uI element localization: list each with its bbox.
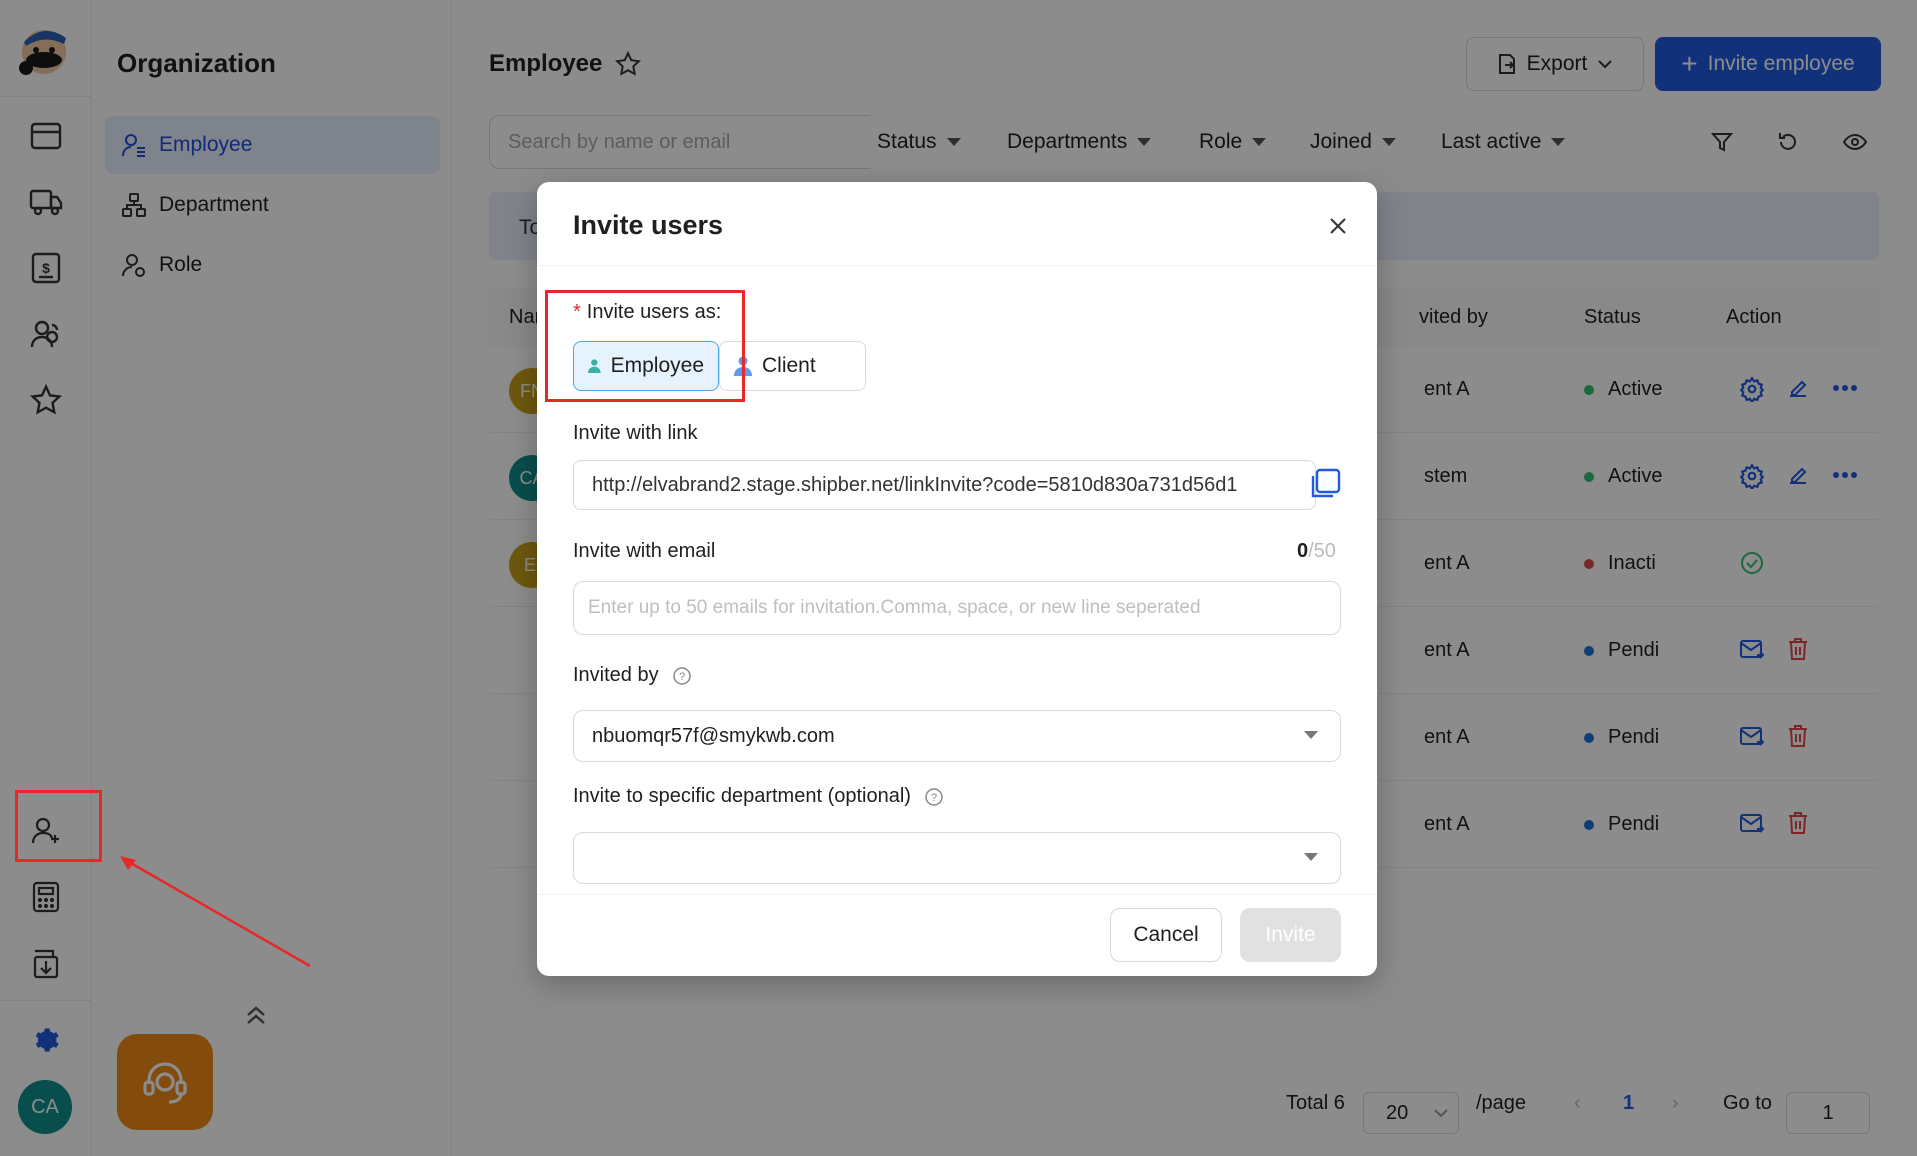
invited-by-label: Invited by? — [573, 664, 691, 687]
help-circle-icon[interactable]: ? — [672, 666, 691, 685]
invited-by-select[interactable]: nbuomqr57f@smykwb.com — [573, 710, 1341, 762]
annotation-arrow — [120, 856, 311, 968]
svg-text:?: ? — [931, 792, 937, 804]
email-input[interactable]: Enter up to 50 emails for invitation.Com… — [573, 581, 1341, 635]
department-text: Invite to specific department (optional) — [573, 785, 911, 807]
invite-email-label: Invite with email — [573, 540, 716, 562]
annotation-highlight-box — [545, 290, 745, 402]
email-counter: 0/50 — [1297, 540, 1336, 563]
invited-by-value: nbuomqr57f@smykwb.com — [592, 724, 835, 747]
copy-icon[interactable] — [1307, 466, 1343, 502]
help-circle-icon[interactable]: ? — [925, 787, 943, 806]
invite-submit-button[interactable]: Invite — [1240, 908, 1341, 962]
svg-text:?: ? — [679, 671, 685, 683]
department-select[interactable] — [573, 832, 1341, 884]
invite-link-field[interactable]: http://elvabrand2.stage.shipber.net/link… — [573, 460, 1316, 510]
cancel-label: Cancel — [1133, 923, 1199, 946]
department-label: Invite to specific department (optional)… — [573, 785, 943, 808]
close-icon[interactable] — [1322, 210, 1354, 242]
annotation-highlight-box — [15, 790, 102, 862]
modal-divider — [537, 265, 1377, 266]
invite-submit-label: Invite — [1265, 923, 1316, 946]
caret-down-icon — [1304, 853, 1318, 861]
role-option-label: Client — [762, 354, 816, 377]
email-count: 0 — [1297, 540, 1309, 562]
modal-title: Invite users — [573, 210, 724, 240]
email-max: /50 — [1308, 540, 1336, 562]
email-placeholder: Enter up to 50 emails for invitation.Com… — [588, 597, 1201, 618]
invite-link-value: http://elvabrand2.stage.shipber.net/link… — [592, 473, 1238, 496]
invite-link-label: Invite with link — [573, 422, 698, 444]
cancel-button[interactable]: Cancel — [1110, 908, 1222, 962]
invited-by-text: Invited by — [573, 664, 659, 686]
caret-down-icon — [1304, 731, 1318, 739]
modal-divider — [537, 894, 1377, 895]
